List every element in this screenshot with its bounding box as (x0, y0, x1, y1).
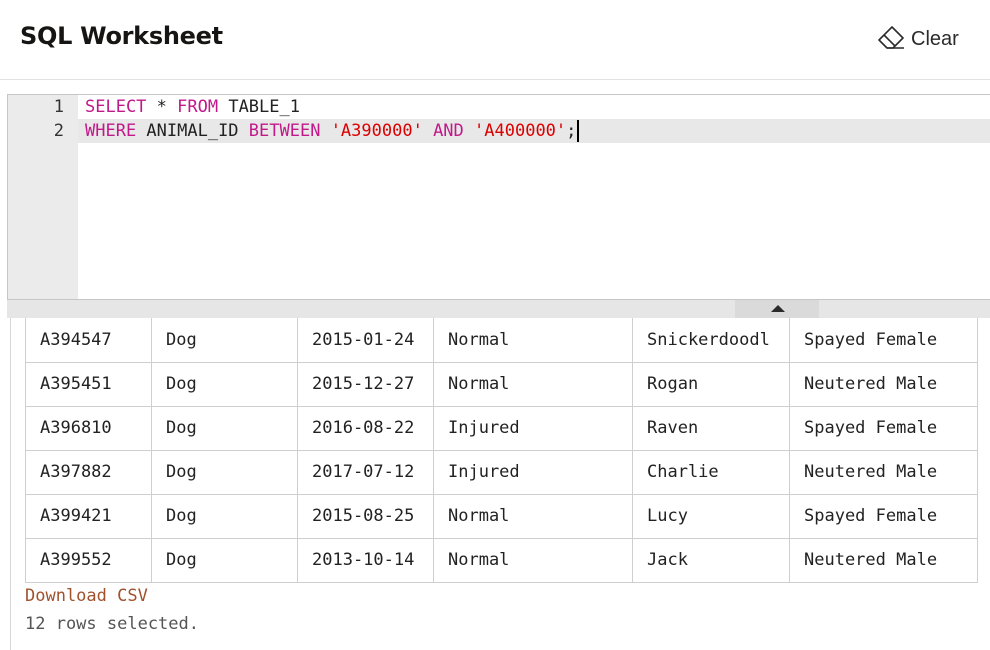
table-row: A399421 Dog 2015-08-25 Normal Lucy Spayed Fem… (25, 493, 978, 539)
table-row: A396810 Dog 2016-08-22 Injured Raven Spayed F… (25, 405, 978, 451)
clear-button[interactable]: Clear (876, 24, 959, 54)
table-cell: A394547 (25, 318, 152, 363)
table-cell: Spayed Female (789, 493, 978, 539)
table-cell: Dog (151, 493, 298, 539)
results-pane-border (10, 318, 11, 650)
splitter-handle[interactable] (735, 300, 819, 318)
table-cell: Dog (151, 537, 298, 583)
eraser-icon (876, 23, 906, 56)
code-line[interactable]: SELECT * FROM TABLE_1 (85, 95, 300, 119)
code-line[interactable]: WHERE ANIMAL_ID BETWEEN 'A390000' AND 'A… (85, 119, 580, 143)
rows-selected-status: 12 rows selected. (25, 614, 199, 634)
table-cell: 2015-08-25 (297, 493, 434, 539)
line-number: 2 (53, 121, 64, 141)
table-cell: Normal (433, 537, 633, 583)
sql-string: 'A400000' (474, 121, 567, 141)
collapse-arrow-icon[interactable] (771, 305, 785, 312)
table-cell: Spayed Female (789, 318, 978, 363)
sql-keyword: SELECT (85, 97, 147, 117)
table-cell: 2016-08-22 (297, 405, 434, 451)
sql-text: * (146, 97, 178, 117)
line-number: 1 (53, 97, 64, 117)
table-cell: Spayed Female (789, 405, 978, 451)
table-cell: Normal (433, 318, 633, 363)
table-cell: Normal (433, 493, 633, 539)
pane-splitter[interactable] (7, 300, 990, 318)
table-cell: Jack (632, 537, 790, 583)
table-cell: Injured (433, 449, 633, 495)
table-cell: Injured (433, 405, 633, 451)
table-cell: Dog (151, 318, 298, 363)
table-cell: A399552 (25, 537, 152, 583)
table-cell: 2017-07-12 (297, 449, 434, 495)
sql-text: ANIMAL_ID (136, 121, 249, 141)
page-title: SQL Worksheet (20, 22, 223, 50)
table-cell: A396810 (25, 405, 152, 451)
table-cell: 2015-12-27 (297, 361, 434, 407)
sql-text: TABLE_1 (218, 97, 300, 117)
table-cell: Snickerdoodl (632, 318, 790, 363)
line-number-gutter: 1 2 (8, 95, 78, 299)
table-cell: Neutered Male (789, 537, 978, 583)
clear-label: Clear (911, 27, 959, 50)
table-cell: Lucy (632, 493, 790, 539)
table-cell: 2015-01-24 (297, 318, 434, 363)
table-row: A397882 Dog 2017-07-12 Injured Charlie Neuter… (25, 449, 978, 495)
sql-keyword: BETWEEN (248, 121, 321, 141)
sql-keyword: AND (433, 121, 464, 141)
results-table: A394547 Dog 2015-01-24 Normal Snickerdoodl Sp… (25, 318, 978, 583)
sql-string: 'A390000' (330, 121, 423, 141)
sql-keyword: FROM (177, 97, 219, 117)
table-cell: A397882 (25, 449, 152, 495)
table-cell: Rogan (632, 361, 790, 407)
table-cell: Dog (151, 405, 298, 451)
table-row: A394547 Dog 2015-01-24 Normal Snickerdoodl Sp… (25, 318, 978, 363)
table-row: A395451 Dog 2015-12-27 Normal Rogan Neutered … (25, 361, 978, 407)
table-row: A399552 Dog 2013-10-14 Normal Jack Neutered M… (25, 537, 978, 583)
sql-text: ; (566, 121, 577, 141)
table-cell: A399421 (25, 493, 152, 539)
text-cursor (577, 120, 580, 142)
table-cell: Dog (151, 361, 298, 407)
table-cell: Neutered Male (789, 361, 978, 407)
table-cell: Dog (151, 449, 298, 495)
table-cell: Raven (632, 405, 790, 451)
download-csv-link[interactable]: Download CSV (25, 586, 148, 606)
table-cell: Neutered Male (789, 449, 978, 495)
table-cell: Charlie (632, 449, 790, 495)
worksheet-header: SQL Worksheet Clear (0, 0, 990, 80)
sql-editor[interactable]: 1 2 SELECT * FROM TABLE_1 WHERE ANIMAL_I… (7, 94, 990, 300)
table-cell: A395451 (25, 361, 152, 407)
table-cell: 2013-10-14 (297, 537, 434, 583)
sql-keyword: WHERE (85, 121, 137, 141)
table-cell: Normal (433, 361, 633, 407)
